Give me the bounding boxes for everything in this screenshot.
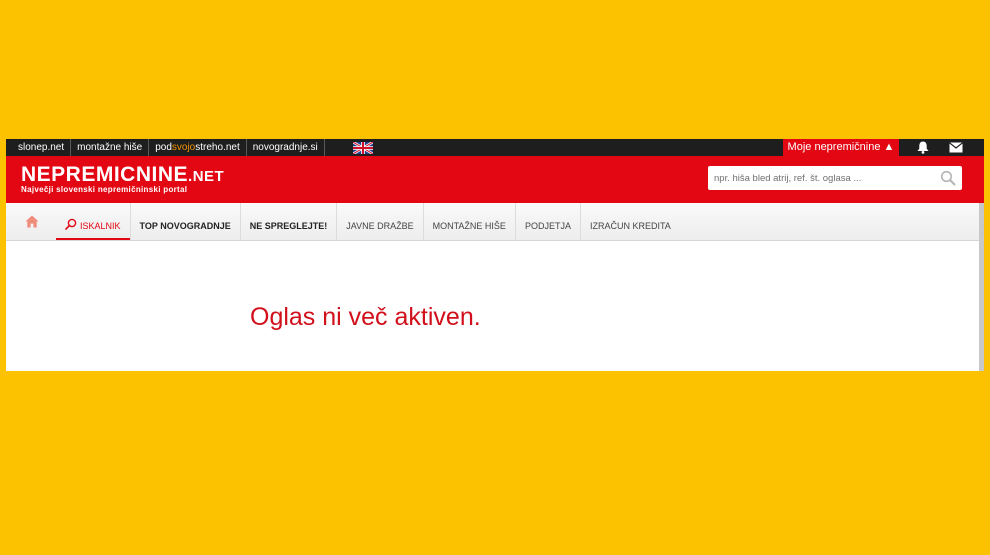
link-montazne-hise[interactable]: montažne hiše [71, 139, 150, 156]
search-icon[interactable] [940, 170, 956, 186]
mail-icon[interactable] [949, 142, 963, 153]
logo-suffix: .NET [188, 168, 225, 185]
link-slonep[interactable]: slonep.net [12, 139, 72, 156]
nav-items: ISKALNIK TOP NOVOGRADNJE NE SPREGLEJTE! … [56, 203, 680, 240]
search-input[interactable] [708, 166, 934, 190]
site-tagline: Največji slovenski nepremičninski portal [21, 185, 188, 194]
nav-item-montazne-hise[interactable]: MONTAŽNE HIŠE [424, 203, 516, 240]
scrollbar[interactable] [979, 203, 984, 371]
link-novogradnje[interactable]: novogradnje.si [247, 139, 325, 156]
site-header: NEPREMICNINE.NET Največji slovenski nepr… [6, 156, 984, 203]
link-podsvojostreho-pre: pod [155, 142, 172, 153]
nav-item-top-novogradnje[interactable]: TOP NOVOGRADNJE [131, 203, 241, 240]
uk-flag-icon[interactable] [353, 142, 373, 154]
home-icon[interactable] [25, 215, 39, 228]
inactive-listing-message: Oglas ni več aktiven. [250, 303, 481, 331]
my-properties-button[interactable]: Moje nepremičnine ▲ [783, 139, 899, 156]
search-box [708, 166, 962, 190]
nav-item-iskalnik[interactable]: ISKALNIK [56, 203, 131, 240]
site-logo[interactable]: NEPREMICNINE.NET [21, 164, 224, 187]
nav-item-podjetja[interactable]: PODJETJA [516, 203, 581, 240]
nav-item-javne-drazbe[interactable]: JAVNE DRAŽBE [337, 203, 424, 240]
browser-page: slonep.net montažne hiše podsvojostreho.… [6, 139, 984, 371]
link-podsvojostreho-mid: svojo [171, 142, 196, 153]
bell-icon[interactable] [916, 141, 930, 154]
search-icon [65, 218, 77, 230]
nav-item-izracun-kredita[interactable]: IZRAČUN KREDITA [581, 203, 680, 240]
link-podsvojostreho-post: streho.net [195, 142, 240, 153]
logo-main: NEPREMICNINE [21, 163, 189, 186]
nav-item-ne-spreglejte[interactable]: NE SPREGLEJTE! [241, 203, 338, 240]
nav-item-label: ISKALNIK [80, 221, 121, 231]
link-podsvojostreho[interactable]: podsvojostreho.net [149, 139, 247, 156]
top-links-bar: slonep.net montažne hiše podsvojostreho.… [6, 139, 984, 156]
main-navigation: ISKALNIK TOP NOVOGRADNJE NE SPREGLEJTE! … [6, 203, 984, 241]
partner-links: slonep.net montažne hiše podsvojostreho.… [12, 139, 325, 156]
